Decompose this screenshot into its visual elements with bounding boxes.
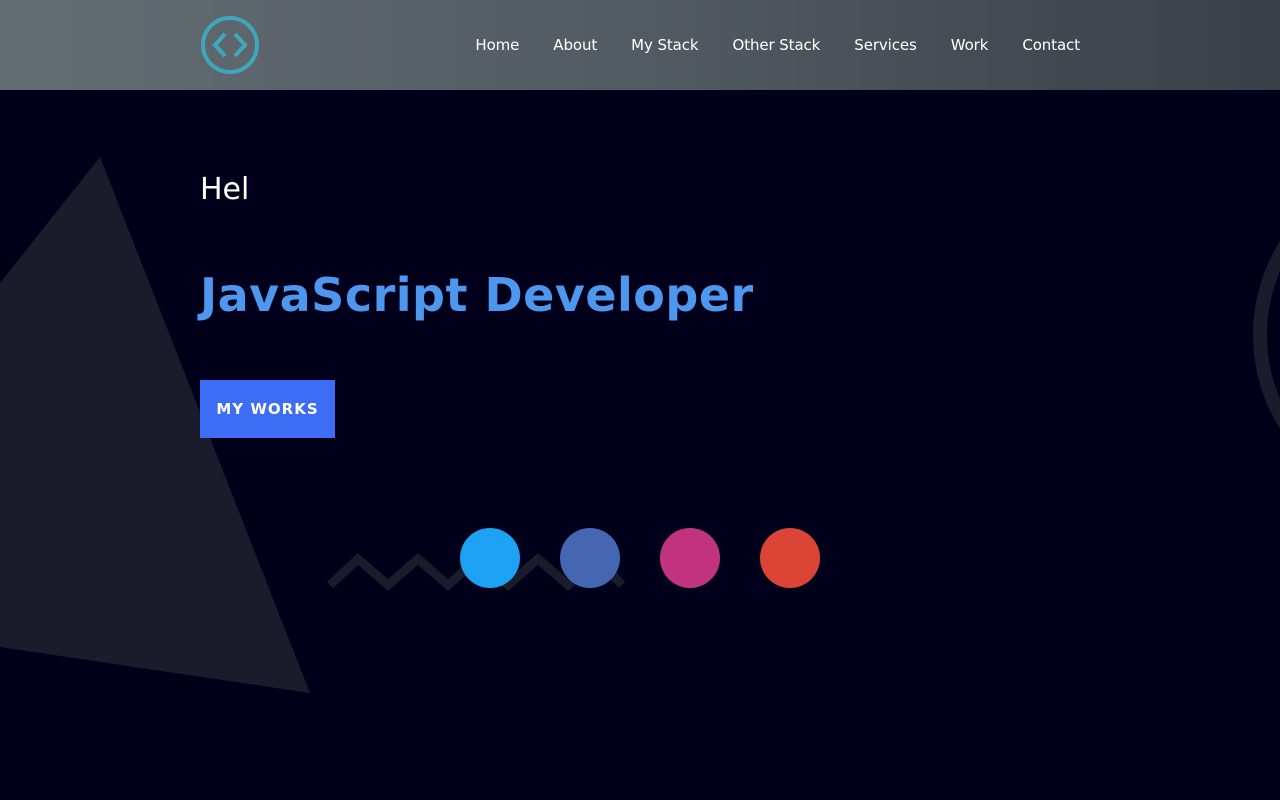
nav-about[interactable]: About xyxy=(553,36,597,54)
nav-home[interactable]: Home xyxy=(475,36,519,54)
nav-contact[interactable]: Contact xyxy=(1022,36,1080,54)
logo-code-icon[interactable] xyxy=(200,15,260,75)
nav-other-stack[interactable]: Other Stack xyxy=(732,36,820,54)
twitter-link[interactable] xyxy=(460,528,520,588)
ring-shape xyxy=(1253,241,1280,429)
nav-services[interactable]: Services xyxy=(854,36,917,54)
hero-section: Hel JavaScript Developer MY WORKS xyxy=(0,90,1280,800)
main-nav: Home About My Stack Other Stack Services… xyxy=(475,0,1080,90)
nav-work[interactable]: Work xyxy=(951,36,989,54)
background-decoration xyxy=(0,157,1280,693)
google-plus-link[interactable] xyxy=(760,528,820,588)
facebook-link[interactable] xyxy=(560,528,620,588)
dribbble-link[interactable] xyxy=(660,528,720,588)
nav-my-stack[interactable]: My Stack xyxy=(631,36,698,54)
site-header: Home About My Stack Other Stack Services… xyxy=(0,0,1280,90)
role-title: JavaScript Developer xyxy=(200,268,754,322)
my-works-button[interactable]: MY WORKS xyxy=(200,380,335,438)
greeting-text: Hel xyxy=(200,172,250,207)
